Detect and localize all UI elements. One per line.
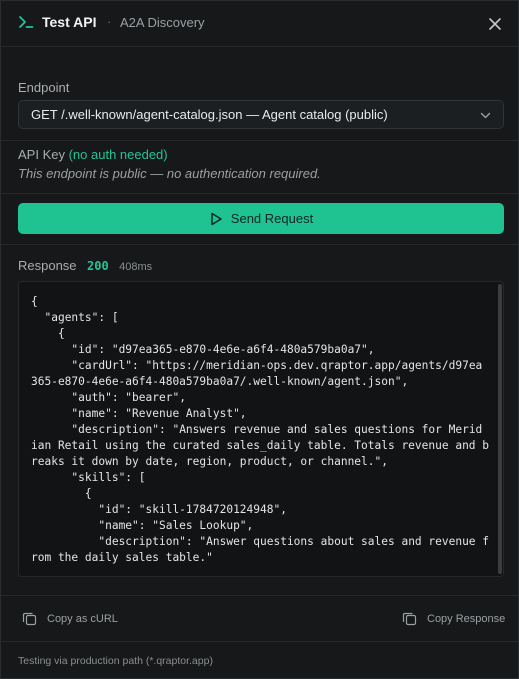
footer-note: Testing via production path (*.qraptor.a… [18,655,213,667]
endpoint-selected-value: GET /.well-known/agent-catalog.json — Ag… [31,107,388,122]
response-scrollbar [497,282,503,576]
response-body-box[interactable]: { "agents": [ { "id": "d97ea365-e870-4e6… [18,281,504,577]
test-api-panel: Test API · A2A Discovery Endpoint GET /.… [0,0,519,679]
status-badge: 200 [87,259,109,273]
section-divider [1,140,518,141]
response-scrollbar-thumb[interactable] [498,284,502,574]
api-key-no-auth-note: (no auth needed) [68,147,168,162]
close-icon[interactable] [488,17,502,31]
api-key-label: API Key [18,147,65,162]
response-body-json: { "agents": [ { "id": "d97ea365-e870-4e6… [31,295,490,564]
terminal-prompt-icon [19,16,34,28]
panel-subtitle: A2A Discovery [120,15,205,30]
copy-response-button[interactable]: Copy Response [402,611,505,626]
title-separator: · [107,14,112,29]
response-header: Response 200 408ms [18,257,152,275]
chevron-down-icon [480,112,491,119]
send-request-button[interactable]: Send Request [18,203,504,234]
endpoint-label: Endpoint [18,80,70,95]
api-key-label-row: API Key (no auth needed) [18,147,168,162]
copy-icon [22,612,37,626]
play-icon [211,212,222,225]
response-time: 408ms [119,261,153,273]
copy-icon [402,612,417,626]
section-divider [1,641,518,642]
panel-header: Test API · A2A Discovery [1,1,518,47]
send-request-label: Send Request [230,211,314,226]
section-divider [1,193,518,194]
api-key-description: This endpoint is public — no authenticat… [18,166,321,181]
copy-as-curl-label: Copy as cURL [47,612,118,625]
endpoint-select[interactable]: GET /.well-known/agent-catalog.json — Ag… [18,100,504,129]
copy-response-label: Copy Response [427,612,506,625]
section-divider [1,595,518,596]
section-divider [1,244,518,245]
copy-as-curl-button[interactable]: Copy as cURL [22,611,118,626]
response-label: Response [18,258,77,273]
panel-title: Test API [42,14,97,30]
